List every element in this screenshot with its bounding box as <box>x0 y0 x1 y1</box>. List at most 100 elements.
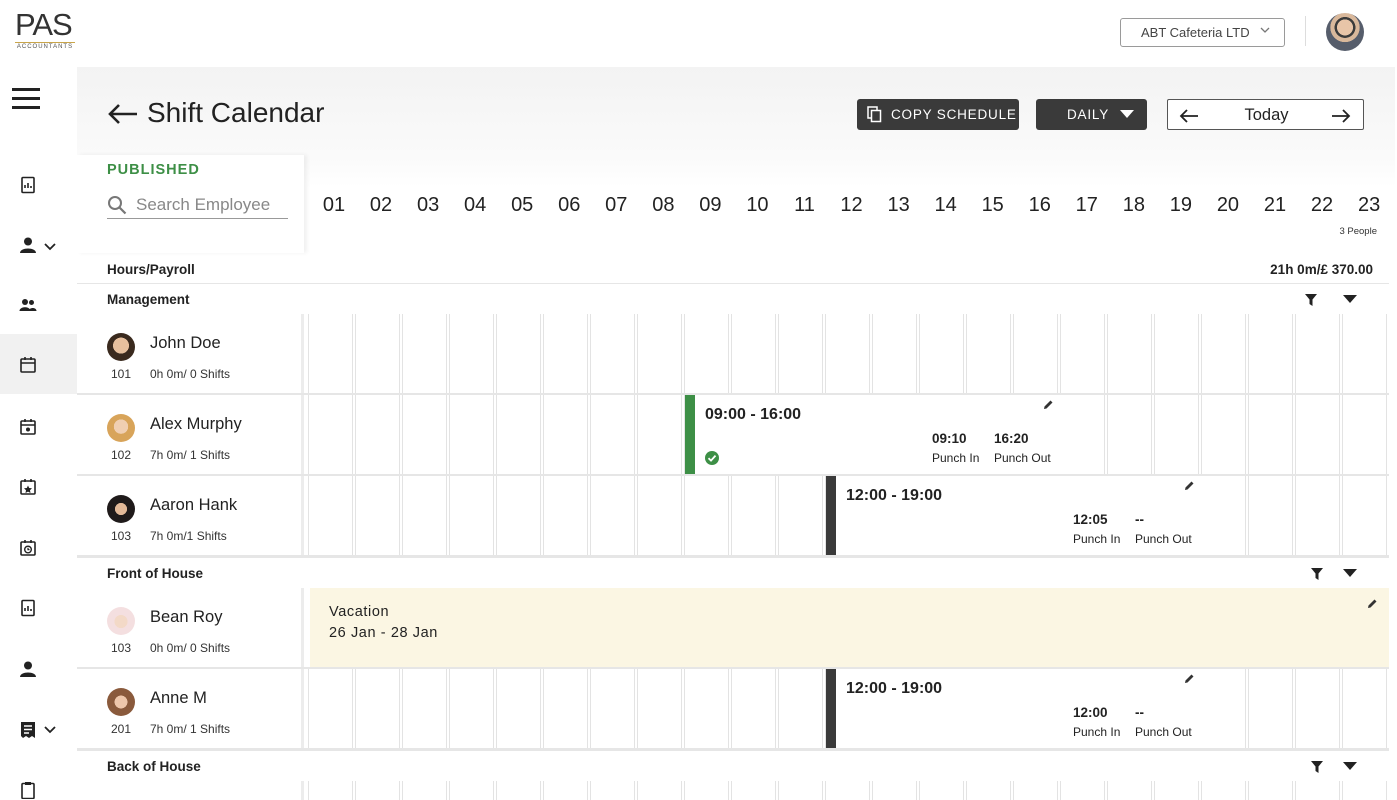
chevron-down-icon[interactable] <box>44 240 56 252</box>
caret-down-icon[interactable] <box>1343 295 1357 303</box>
caret-down-icon[interactable] <box>1343 762 1357 770</box>
copy-schedule-button[interactable]: COPY SCHEDULE <box>857 99 1019 130</box>
arrow-left-icon[interactable] <box>1179 109 1199 123</box>
hour-cell[interactable] <box>355 781 400 800</box>
hour-cell[interactable] <box>966 781 1011 800</box>
hour-cell[interactable] <box>966 314 1011 393</box>
report-chart-icon[interactable] <box>18 598 38 618</box>
employee-name[interactable]: John Doe <box>150 334 221 353</box>
hour-cell[interactable] <box>1248 669 1293 748</box>
report-icon[interactable] <box>18 175 38 195</box>
hour-cell[interactable] <box>590 476 635 555</box>
company-select[interactable]: ABT Cafeteria LTD <box>1120 18 1285 47</box>
hour-cell[interactable] <box>1201 781 1246 800</box>
hour-cell[interactable] <box>308 669 353 748</box>
hour-cell[interactable] <box>731 476 776 555</box>
hour-cell[interactable] <box>1248 476 1293 555</box>
hour-cell[interactable] <box>1154 314 1199 393</box>
hour-cell[interactable] <box>308 395 353 474</box>
hour-cell[interactable] <box>1342 476 1387 555</box>
hour-cell[interactable] <box>872 314 917 393</box>
hour-cell[interactable] <box>543 669 588 748</box>
hour-cell[interactable] <box>1201 314 1246 393</box>
hour-cell[interactable] <box>637 476 682 555</box>
hour-cell[interactable] <box>825 781 870 800</box>
hour-cell[interactable] <box>1107 781 1152 800</box>
edit-icon[interactable] <box>1367 598 1378 609</box>
team-icon[interactable] <box>18 295 38 315</box>
hour-cell[interactable] <box>731 314 776 393</box>
employee-name[interactable]: Aaron Hank <box>150 496 237 515</box>
hour-cell[interactable] <box>590 781 635 800</box>
hour-cell[interactable] <box>308 476 353 555</box>
hour-cell[interactable] <box>872 781 917 800</box>
hour-cell[interactable] <box>1248 781 1293 800</box>
employee-name[interactable]: Bean Roy <box>150 608 222 627</box>
hour-cell[interactable] <box>637 781 682 800</box>
hour-cell[interactable] <box>1295 781 1340 800</box>
hour-cell[interactable] <box>825 314 870 393</box>
calendar-icon[interactable] <box>18 355 38 375</box>
hour-cell[interactable] <box>355 314 400 393</box>
shift-block[interactable]: 09:00 - 16:00 09:10 Punch In 16:20 Punch… <box>685 395 1061 474</box>
hour-cell[interactable] <box>402 476 447 555</box>
hour-cell[interactable] <box>1154 395 1199 474</box>
hour-cell[interactable] <box>684 669 729 748</box>
hour-cell[interactable] <box>778 476 823 555</box>
caret-down-icon[interactable] <box>1343 569 1357 577</box>
hour-cell[interactable] <box>1201 395 1246 474</box>
hour-cell[interactable] <box>1060 395 1105 474</box>
hour-cell[interactable] <box>731 669 776 748</box>
edit-icon[interactable] <box>1184 673 1195 684</box>
shift-block[interactable]: 12:00 - 19:00 12:05 Punch In -- Punch Ou… <box>826 476 1202 555</box>
calendar-star-icon[interactable] <box>18 477 38 497</box>
hour-cell[interactable] <box>402 395 447 474</box>
hour-cell[interactable] <box>684 781 729 800</box>
edit-icon[interactable] <box>1184 480 1195 491</box>
hour-cell[interactable] <box>1201 669 1246 748</box>
employee-name[interactable]: Anne M <box>150 689 207 708</box>
hour-cell[interactable] <box>590 314 635 393</box>
hour-cell[interactable] <box>684 476 729 555</box>
hour-cell[interactable] <box>449 476 494 555</box>
hour-cell[interactable] <box>1060 781 1105 800</box>
hour-cell[interactable] <box>1107 395 1152 474</box>
hour-cell[interactable] <box>1342 669 1387 748</box>
hour-cell[interactable] <box>778 314 823 393</box>
hour-cell[interactable] <box>731 781 776 800</box>
hour-cell[interactable] <box>1201 476 1246 555</box>
hour-cell[interactable] <box>496 669 541 748</box>
hour-cell[interactable] <box>543 476 588 555</box>
hour-cell[interactable] <box>919 314 964 393</box>
hour-cell[interactable] <box>308 314 353 393</box>
receipt-icon[interactable] <box>18 720 38 740</box>
hour-cell[interactable] <box>637 669 682 748</box>
hour-cell[interactable] <box>1154 781 1199 800</box>
back-arrow-icon[interactable] <box>107 103 139 125</box>
chevron-down-icon[interactable] <box>44 723 56 735</box>
user-icon[interactable] <box>18 235 38 255</box>
hour-cell[interactable] <box>496 314 541 393</box>
hour-cell[interactable] <box>1248 395 1293 474</box>
hour-cell[interactable] <box>308 781 353 800</box>
hour-cell[interactable] <box>1295 669 1340 748</box>
hour-cell[interactable] <box>355 476 400 555</box>
calendar-clock-icon[interactable] <box>18 538 38 558</box>
hour-cell[interactable] <box>919 781 964 800</box>
person-icon[interactable] <box>18 659 38 679</box>
hour-cell[interactable] <box>1295 314 1340 393</box>
hour-cell[interactable] <box>1013 314 1058 393</box>
hour-cell[interactable] <box>543 781 588 800</box>
hour-cell[interactable] <box>590 669 635 748</box>
view-mode-select[interactable]: DAILY <box>1036 99 1147 130</box>
clipboard-icon[interactable] <box>18 780 38 800</box>
hour-cell[interactable] <box>778 781 823 800</box>
hour-cell[interactable] <box>1342 314 1387 393</box>
hour-cell[interactable] <box>590 395 635 474</box>
hour-cell[interactable] <box>1342 395 1387 474</box>
hour-cell[interactable] <box>402 669 447 748</box>
hour-cell[interactable] <box>778 669 823 748</box>
hour-cell[interactable] <box>1248 314 1293 393</box>
hour-cell[interactable] <box>1295 476 1340 555</box>
filter-icon[interactable] <box>1311 761 1323 773</box>
